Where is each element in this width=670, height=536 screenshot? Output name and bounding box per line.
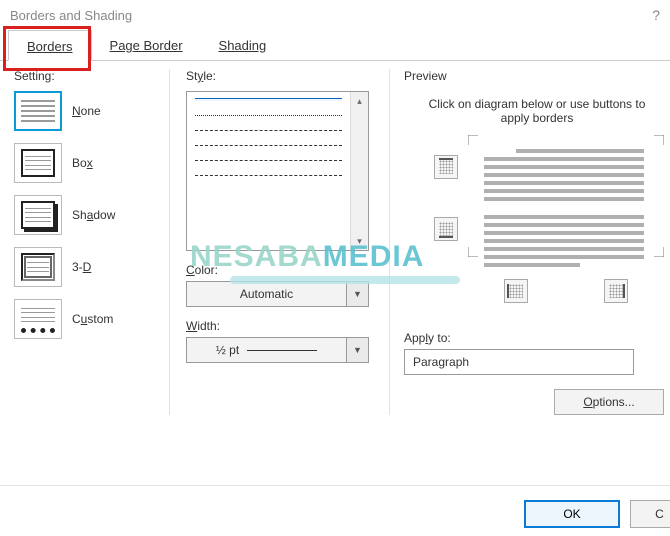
style-option-dash-dot[interactable] — [195, 175, 342, 176]
width-dropdown[interactable]: ½ pt ▼ — [186, 337, 369, 363]
setting-box-icon — [14, 143, 62, 183]
border-left-button[interactable] — [504, 279, 528, 303]
border-right-button[interactable] — [604, 279, 628, 303]
options-button[interactable]: Options... — [554, 389, 664, 415]
width-sample-line — [247, 350, 317, 351]
style-option-dash[interactable] — [195, 145, 342, 146]
cancel-button[interactable]: C — [630, 500, 670, 528]
style-option-long-dash[interactable] — [195, 160, 342, 161]
style-scrollbar[interactable]: ▴ ▾ — [350, 92, 368, 250]
ok-label: OK — [563, 507, 580, 521]
tab-borders-label: Borders — [27, 39, 73, 54]
border-top-button[interactable] — [434, 155, 458, 179]
border-bottom-button[interactable] — [434, 217, 458, 241]
setting-custom-icon — [14, 299, 62, 339]
apply-to-label: Apply to: — [404, 331, 670, 345]
style-option-solid[interactable] — [195, 98, 342, 101]
footer-divider — [0, 485, 670, 486]
color-label: Color: — [186, 263, 369, 277]
help-icon[interactable]: ? — [652, 7, 660, 23]
apply-to-dropdown[interactable]: Paragraph — [404, 349, 634, 375]
setting-3d-label: 3-D — [72, 260, 91, 274]
tab-page-border[interactable]: Page Border — [92, 30, 201, 60]
ok-button[interactable]: OK — [524, 500, 620, 528]
setting-custom[interactable]: Custom — [14, 299, 149, 339]
tab-strip: Borders Page Border Shading — [0, 30, 670, 61]
setting-box[interactable]: Box — [14, 143, 149, 183]
setting-3d[interactable]: 3-D — [14, 247, 149, 287]
color-value: Automatic — [240, 287, 293, 301]
apply-to-value: Paragraph — [413, 355, 469, 369]
corner-br-icon — [654, 247, 664, 257]
setting-none-icon — [14, 91, 62, 131]
paragraph-preview-icon — [484, 149, 644, 267]
width-label: Width: — [186, 319, 369, 333]
style-label: Style: — [186, 69, 369, 83]
options-label: Options... — [583, 395, 634, 409]
tab-shading[interactable]: Shading — [201, 30, 285, 60]
tab-page-border-label: Page Border — [110, 38, 183, 53]
window-title: Borders and Shading — [10, 8, 132, 23]
corner-tr-icon — [654, 135, 664, 145]
tab-borders[interactable]: Borders — [8, 30, 92, 61]
chevron-down-icon[interactable]: ▼ — [346, 338, 368, 362]
setting-label: Setting: — [14, 69, 149, 83]
setting-none-label: None — [72, 104, 101, 118]
preview-diagram[interactable] — [404, 139, 670, 319]
setting-3d-icon — [14, 247, 62, 287]
setting-shadow-label: Shadow — [72, 208, 115, 222]
corner-bl-icon — [468, 247, 478, 257]
titlebar: Borders and Shading ? — [0, 0, 670, 30]
style-option-dotted[interactable] — [195, 115, 342, 116]
scroll-up-icon[interactable]: ▴ — [351, 92, 368, 110]
preview-hint: Click on diagram below or use buttons to… — [404, 91, 670, 139]
width-value: ½ pt — [216, 343, 239, 357]
chevron-down-icon[interactable]: ▼ — [346, 282, 368, 306]
color-dropdown[interactable]: Automatic ▼ — [186, 281, 369, 307]
setting-none[interactable]: None — [14, 91, 149, 131]
setting-shadow-icon — [14, 195, 62, 235]
style-list[interactable]: ▴ ▾ — [186, 91, 369, 251]
tab-shading-label: Shading — [219, 38, 267, 53]
scroll-down-icon[interactable]: ▾ — [351, 232, 368, 250]
setting-shadow[interactable]: Shadow — [14, 195, 149, 235]
setting-box-label: Box — [72, 156, 93, 170]
dialog-footer: OK C — [524, 500, 670, 528]
setting-custom-label: Custom — [72, 312, 113, 326]
preview-label: Preview — [404, 69, 670, 83]
corner-tl-icon — [468, 135, 478, 145]
style-option-fine-dash[interactable] — [195, 130, 342, 131]
